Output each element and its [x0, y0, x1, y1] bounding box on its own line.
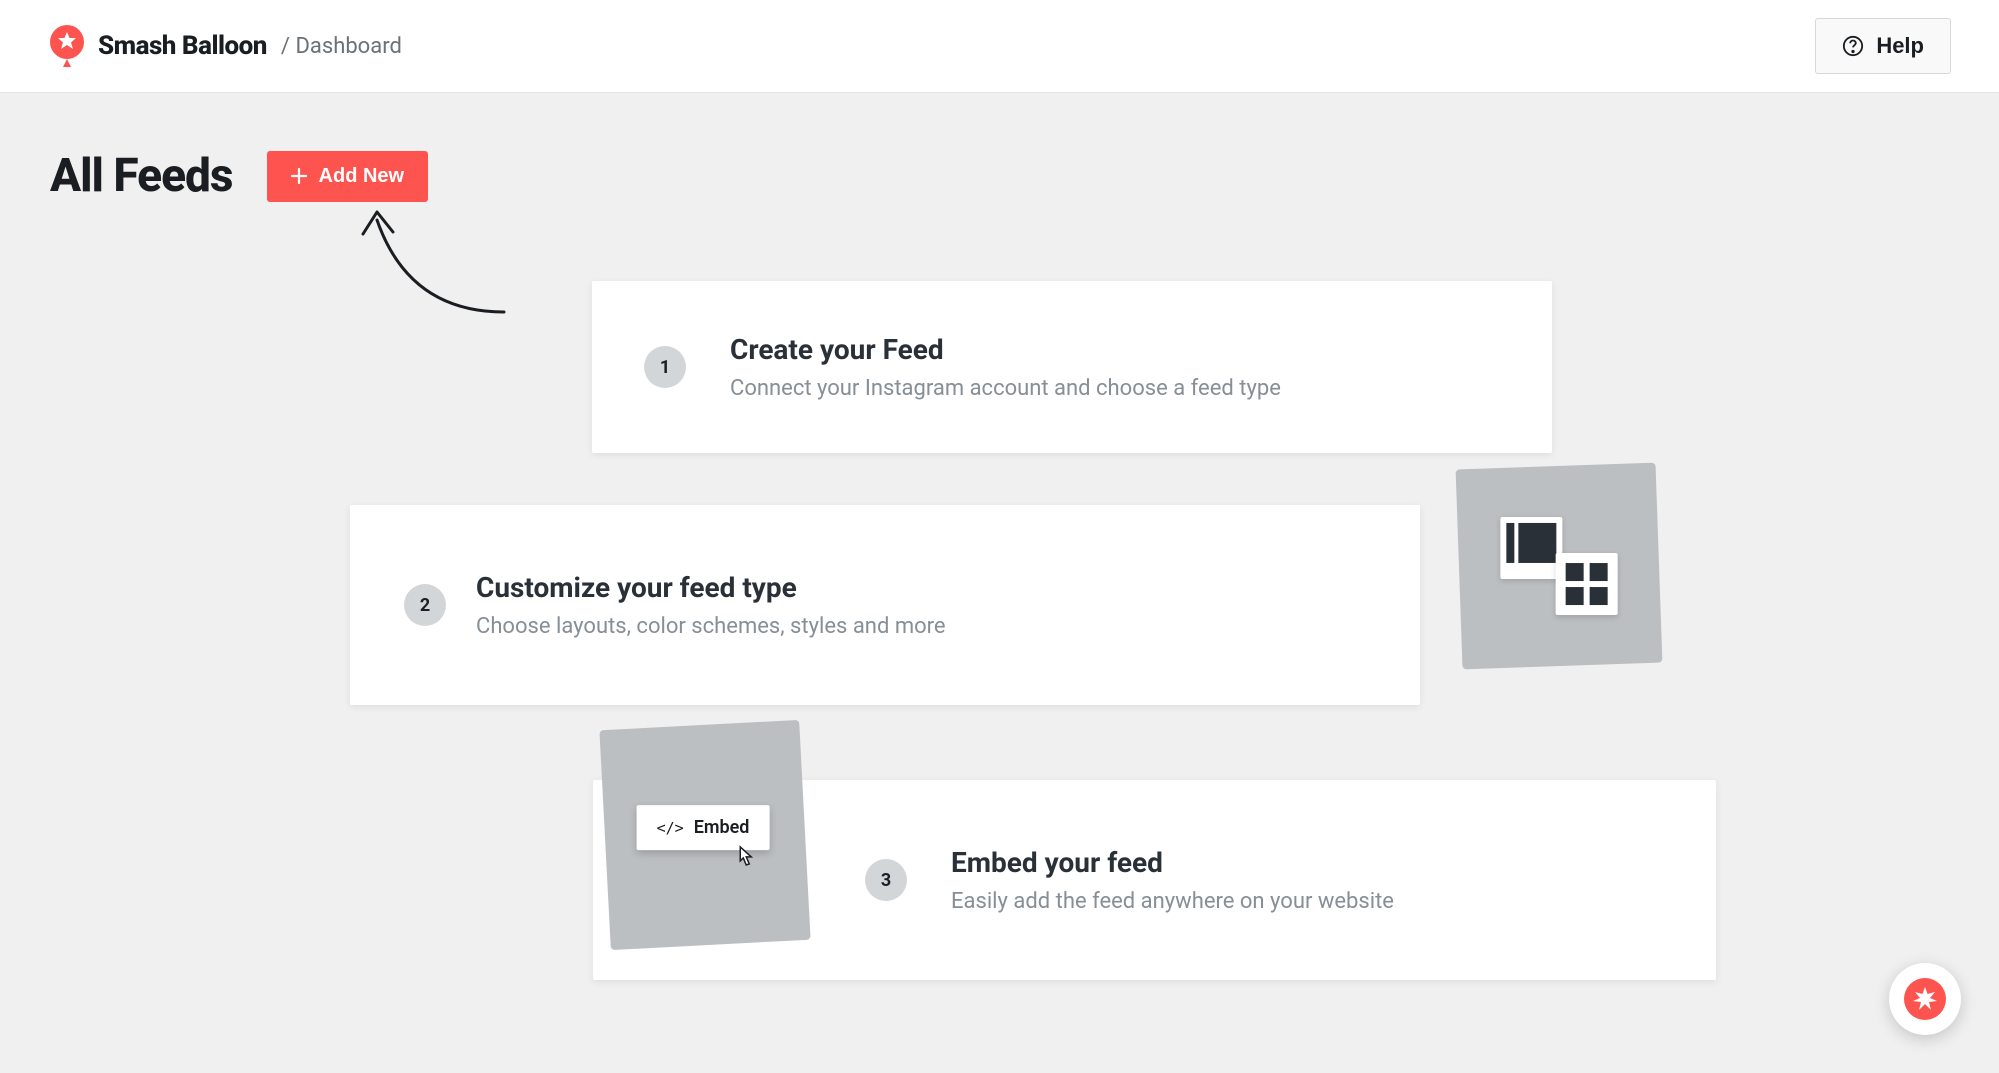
help-button-label: Help: [1876, 33, 1924, 59]
main-content: All Feeds Add New 1 Create your Feed Con…: [0, 93, 1999, 203]
pointer-arrow-icon: [349, 202, 509, 317]
brand-logo-wrapper[interactable]: Smash Balloon: [48, 25, 267, 67]
cursor-pointer-icon: [734, 845, 756, 871]
balloon-icon: [48, 25, 86, 67]
add-new-label: Add New: [319, 165, 405, 188]
plus-icon: [291, 168, 307, 184]
step-text: Customize your feed type Choose layouts,…: [476, 571, 946, 639]
step-text: Embed your feed Easily add the feed anyw…: [951, 846, 1394, 914]
step-title: Create your Feed: [730, 333, 1281, 366]
step-card-create-feed: 1 Create your Feed Connect your Instagra…: [592, 281, 1552, 453]
step-description: Easily add the feed anywhere on your web…: [951, 889, 1394, 914]
breadcrumb: / Dashboard: [281, 34, 402, 59]
step-number-badge: 3: [865, 859, 907, 901]
balloon-burst-icon: [1912, 986, 1938, 1012]
layout-preview-graphic: [1456, 463, 1663, 670]
brand-name: Smash Balloon: [98, 31, 267, 61]
floating-help-inner: [1904, 978, 1946, 1020]
embed-preview-graphic: </> Embed: [599, 720, 810, 950]
page-header: All Feeds Add New: [50, 149, 1951, 203]
step-text: Create your Feed Connect your Instagram …: [730, 333, 1281, 401]
step-number-badge: 2: [404, 584, 446, 626]
app-header: Smash Balloon / Dashboard Help: [0, 0, 1999, 93]
help-circle-icon: [1842, 35, 1864, 57]
step-number-badge: 1: [644, 346, 686, 388]
step-title: Customize your feed type: [476, 571, 946, 604]
page-title: All Feeds: [50, 149, 233, 203]
layout-thumbnail-single: [1500, 517, 1562, 579]
floating-help-button[interactable]: [1889, 963, 1961, 1035]
header-left: Smash Balloon / Dashboard: [48, 25, 402, 67]
step-title: Embed your feed: [951, 846, 1394, 879]
embed-mini-button-graphic: </> Embed: [637, 805, 770, 850]
step-card-customize-feed: 2 Customize your feed type Choose layout…: [350, 505, 1420, 705]
step-description: Choose layouts, color schemes, styles an…: [476, 614, 946, 639]
step-description: Connect your Instagram account and choos…: [730, 376, 1281, 401]
embed-mini-label: Embed: [694, 817, 750, 838]
code-icon: </>: [657, 819, 684, 837]
add-new-button[interactable]: Add New: [267, 151, 429, 202]
layout-thumbnail-grid: [1556, 553, 1618, 615]
help-button[interactable]: Help: [1815, 18, 1951, 74]
